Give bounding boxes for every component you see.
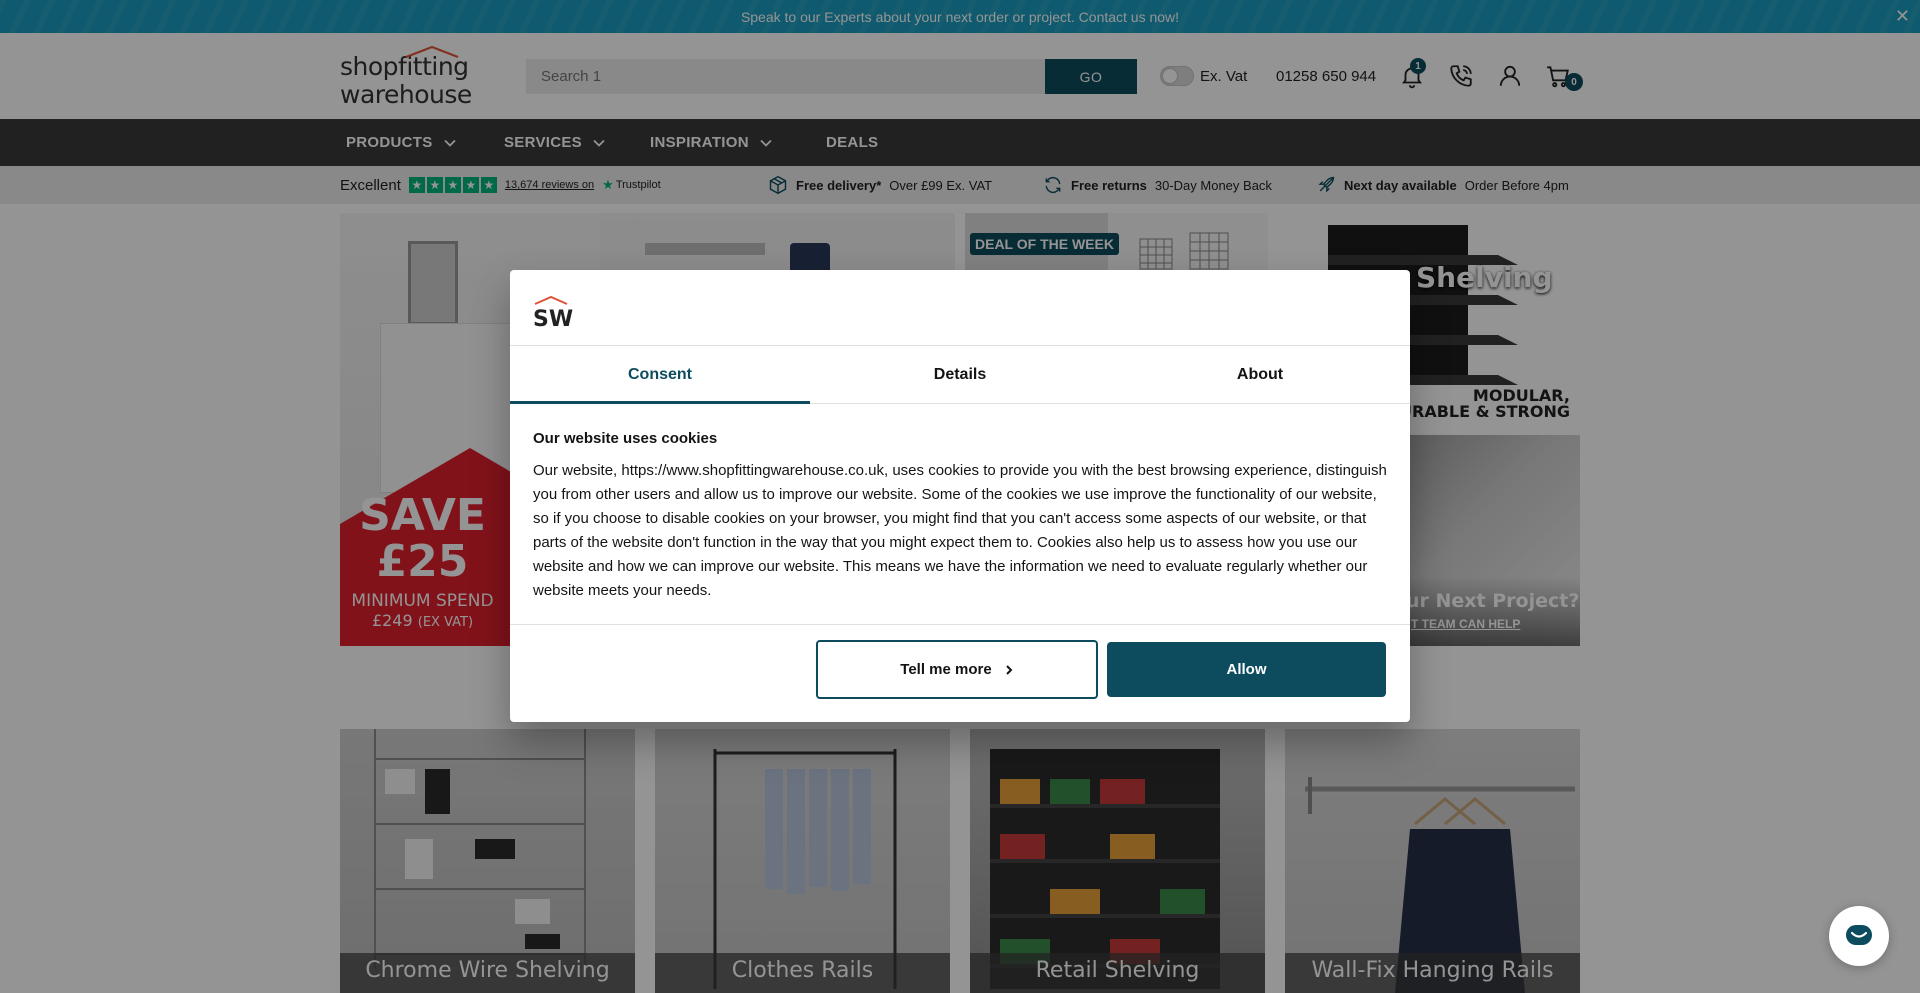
chat-widget-button[interactable] bbox=[1829, 906, 1889, 966]
cookie-heading: Our website uses cookies bbox=[533, 430, 718, 447]
tell-me-more-label: Tell me more bbox=[900, 661, 992, 678]
tab-about[interactable]: About bbox=[1110, 346, 1410, 403]
tab-consent[interactable]: Consent bbox=[510, 346, 810, 404]
cookie-tabs: Consent Details About bbox=[510, 346, 1410, 404]
cookie-consent-dialog: SW Consent Details About Our website use… bbox=[510, 270, 1410, 722]
cookie-dialog-footer: Tell me more Allow bbox=[510, 625, 1410, 721]
tell-me-more-button[interactable]: Tell me more bbox=[816, 640, 1098, 699]
sw-logo: SW bbox=[533, 292, 573, 331]
allow-button[interactable]: Allow bbox=[1107, 642, 1386, 697]
cookie-dialog-header: SW bbox=[510, 270, 1410, 346]
cookie-description: Our website, https://www.shopfittingware… bbox=[533, 462, 1387, 599]
tab-details[interactable]: Details bbox=[810, 346, 1110, 403]
chat-icon bbox=[1846, 925, 1872, 945]
chevron-right-icon bbox=[1005, 664, 1013, 675]
cookie-dialog-body: Our website uses cookies Our website, ht… bbox=[510, 404, 1410, 625]
sw-logo-text: SW bbox=[533, 307, 574, 332]
logo-roof-icon bbox=[534, 295, 568, 305]
